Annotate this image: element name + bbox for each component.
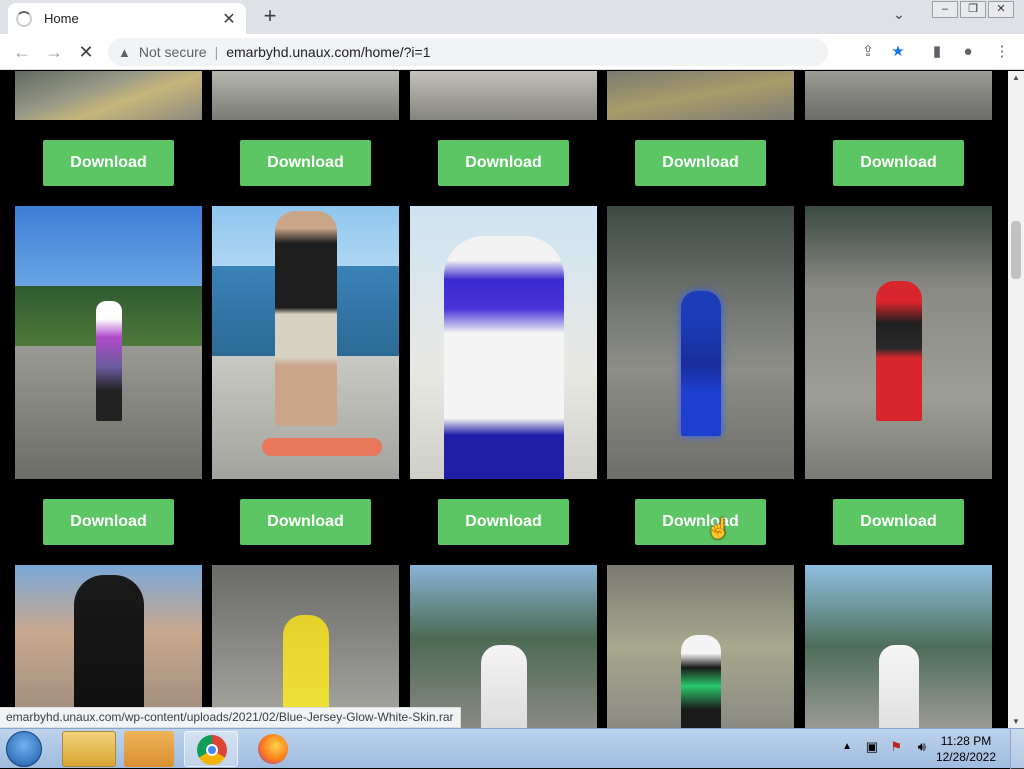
status-link-preview: emarbyhd.unaux.com/wp-content/uploads/20… [0, 707, 461, 728]
clock-time: 11:28 PM [940, 734, 992, 748]
address-bar[interactable]: ▲ Not secure | emarbyhd.unaux.com/home/?… [108, 38, 828, 66]
skin-thumbnail[interactable] [212, 565, 399, 728]
download-button[interactable]: Download [240, 140, 371, 186]
download-button[interactable]: Download [635, 140, 766, 186]
skin-thumbnail[interactable] [805, 206, 992, 479]
clock[interactable]: 11:28 PM 12/28/2022 [936, 733, 996, 765]
profile-avatar-icon[interactable]: ● [958, 42, 978, 62]
web-page: Download Download Download Download Down… [0, 71, 1008, 728]
skin-thumbnail[interactable] [410, 565, 597, 728]
skin-thumbnail[interactable] [212, 206, 399, 479]
hand-cursor-icon: ☝ [706, 518, 731, 540]
start-button[interactable] [6, 731, 42, 767]
stop-loading-icon[interactable]: ✕ [74, 40, 98, 64]
download-button[interactable]: Download [240, 499, 371, 545]
windows-taskbar: ▲ ▣ ⚑ 🔊︎ 11:28 PM 12/28/2022 [0, 728, 1024, 769]
window-controls: – ❐ ✕ [930, 1, 1014, 18]
address-divider: | [214, 44, 219, 60]
show-desktop-button[interactable] [1010, 729, 1024, 769]
download-button[interactable]: Download [438, 499, 569, 545]
page-scrollbar[interactable]: ▲ ▼ [1008, 71, 1024, 728]
skin-thumbnail[interactable] [607, 565, 794, 728]
minimize-button[interactable]: – [932, 1, 958, 18]
back-arrow-icon[interactable]: ← [10, 40, 34, 64]
skin-thumbnail[interactable] [607, 71, 794, 120]
download-button[interactable]: Download [43, 499, 174, 545]
skin-thumbnail[interactable] [15, 206, 202, 479]
clock-date: 12/28/2022 [935, 750, 996, 764]
warning-triangle-icon: ▲ [118, 44, 131, 60]
firefox-icon[interactable] [246, 731, 300, 767]
download-button[interactable]: Download [43, 140, 174, 186]
skin-thumbnail[interactable] [15, 71, 202, 120]
chrome-icon[interactable] [184, 731, 238, 767]
scroll-up-arrow-icon[interactable]: ▲ [1012, 73, 1020, 82]
url-text: emarbyhd.unaux.com/home/?i=1 [226, 44, 431, 60]
skin-thumbnail[interactable] [410, 71, 597, 120]
action-center-flag-icon[interactable]: ⚑ [890, 739, 902, 755]
download-button[interactable]: Download [438, 140, 569, 186]
media-player-icon[interactable] [124, 731, 174, 767]
forward-arrow-icon[interactable]: → [42, 40, 66, 64]
skin-thumbnail[interactable] [805, 71, 992, 120]
skin-thumbnail[interactable] [410, 206, 597, 479]
download-button[interactable]: Download [833, 140, 964, 186]
close-tab-icon[interactable]: ✕ [220, 9, 238, 29]
skin-thumbnail[interactable] [607, 206, 794, 479]
security-label: Not secure [138, 44, 207, 60]
tab-strip: Home ✕ + ⌄ – ❐ ✕ [0, 0, 1024, 34]
tab-title: Home [44, 11, 79, 26]
file-explorer-icon[interactable] [62, 731, 116, 767]
skin-thumbnail[interactable] [212, 71, 399, 120]
browser-toolbar: ← → ✕ ▲ Not secure | emarbyhd.unaux.com/… [0, 34, 1024, 70]
restore-button[interactable]: ❐ [960, 1, 986, 18]
network-icon[interactable]: ▣ [866, 739, 878, 755]
close-window-button[interactable]: ✕ [988, 1, 1014, 18]
new-tab-button[interactable]: + [258, 5, 282, 29]
tab-search-chevron-icon[interactable]: ⌄ [893, 6, 905, 23]
side-panel-icon[interactable]: ▮ [927, 42, 947, 62]
bookmark-star-icon[interactable]: ★ [888, 42, 908, 62]
download-button[interactable]: Download [635, 499, 766, 545]
tray-expand-icon[interactable]: ▲ [842, 741, 852, 752]
scrollbar-thumb[interactable] [1011, 221, 1021, 279]
menu-kebab-icon[interactable]: ⋮ [992, 42, 1012, 62]
skin-thumbnail[interactable] [805, 565, 992, 728]
volume-icon[interactable]: 🔊︎ [918, 739, 926, 755]
loading-spinner-icon [16, 10, 32, 27]
skin-thumbnail[interactable] [15, 565, 202, 728]
share-icon[interactable]: ⇪ [858, 42, 878, 62]
scroll-down-arrow-icon[interactable]: ▼ [1012, 717, 1020, 726]
download-button[interactable]: Download [833, 499, 964, 545]
tab-home[interactable]: Home ✕ [8, 3, 246, 34]
